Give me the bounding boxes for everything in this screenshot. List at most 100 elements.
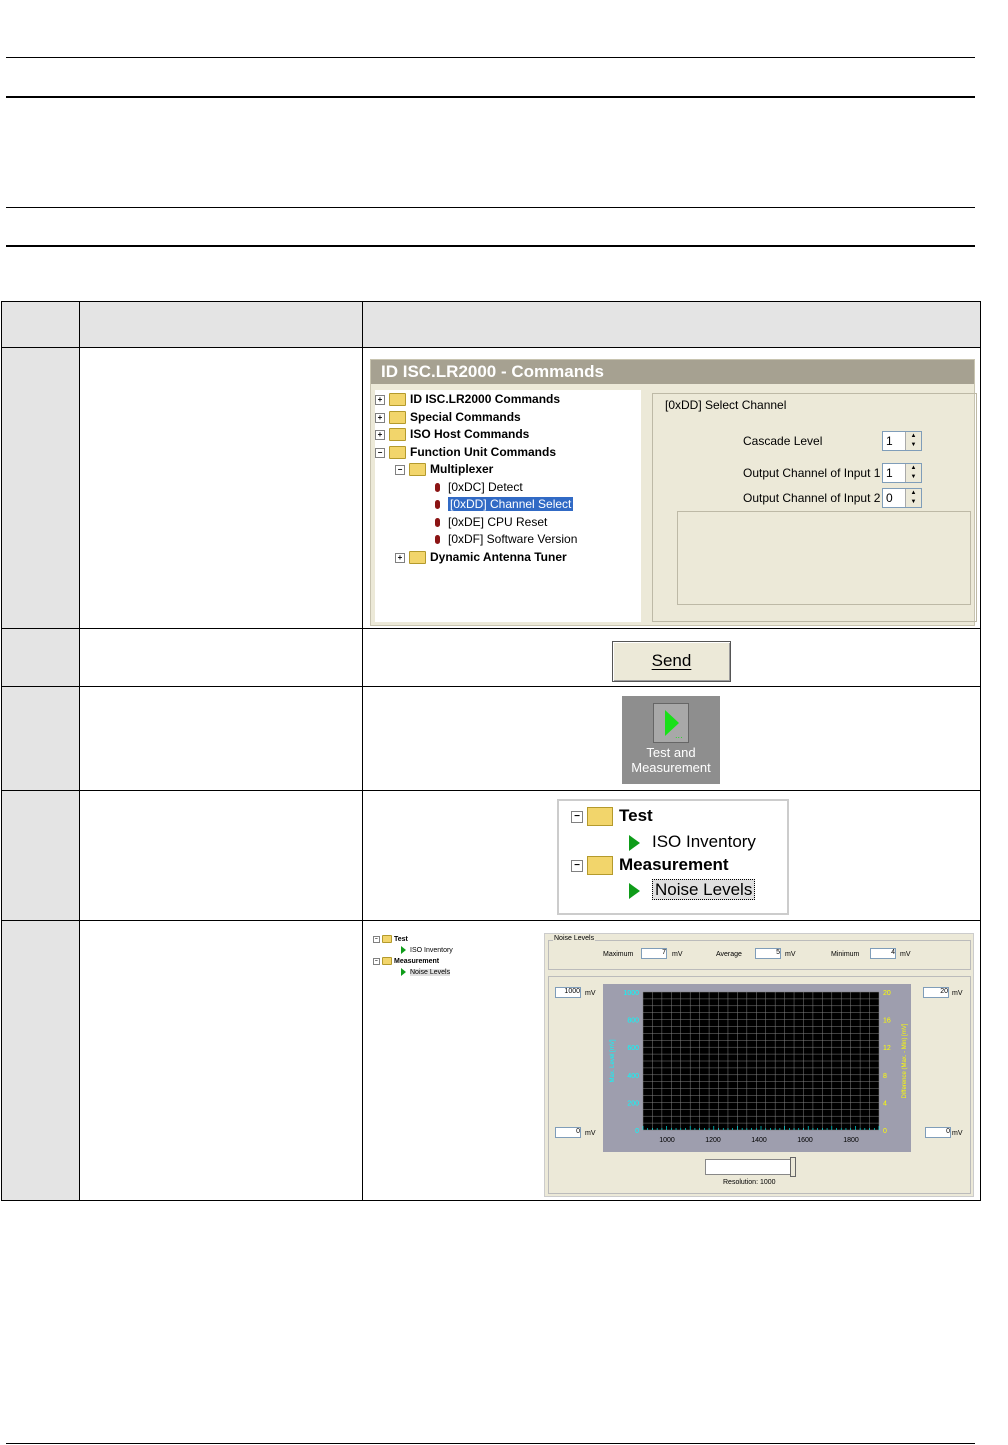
folder-icon [382, 957, 392, 965]
noise-levels-panel: Noise Levels Maximum 7 mV Average 5 mV M… [544, 933, 974, 1197]
step-cell [1, 920, 80, 1201]
spinner-arrows-icon[interactable]: ▲ ▼ [905, 489, 921, 507]
tree-leaf-selected[interactable]: [0xDD] Channel Select [435, 497, 574, 511]
open-folder-icon [587, 807, 613, 827]
x-tick-label: 1400 [751, 1137, 767, 1144]
tree-node-label: Test [619, 806, 653, 825]
average-field: 5 [755, 948, 781, 959]
unit-label: mV [952, 1130, 963, 1137]
unit-label: mV [585, 990, 596, 997]
play-icon [629, 834, 640, 851]
collapse-icon[interactable]: − [373, 935, 380, 943]
result-box [677, 511, 971, 605]
tree-node-label: ISO Host Commands [410, 427, 530, 441]
slider-thumb[interactable] [790, 1157, 796, 1177]
tree-node-label: Dynamic Antenna Tuner [430, 550, 567, 564]
tree-node-label: Noise Levels [410, 968, 451, 976]
mini-tree-node[interactable]: − Test [373, 935, 408, 943]
mini-tree-node[interactable]: − Measurement [373, 957, 439, 965]
tree-node-label: [0xDE] CPU Reset [448, 515, 548, 529]
mini-tree-node[interactable]: Noise Levels [401, 968, 451, 976]
spinner-arrows-icon[interactable]: ▲ ▼ [905, 432, 921, 450]
tree-node-label: Measurement [619, 855, 729, 874]
expand-icon[interactable]: + [375, 412, 385, 423]
left-bottom-field[interactable]: 0 [555, 1127, 581, 1138]
right-bottom-field[interactable]: 0 [925, 1127, 951, 1138]
left-tick-label: 600 [627, 1045, 639, 1052]
cascade-level-spinner[interactable]: 1 ▲ ▼ [882, 431, 922, 451]
screenshot-cell: Send [362, 628, 981, 687]
description-cell [79, 686, 363, 791]
right-bottom-value: 0 [946, 1128, 950, 1135]
right-axis-label: Difference (Max. - Min) [mV] [902, 1023, 908, 1098]
unit-label: mV [952, 990, 963, 997]
tree-leaf[interactable]: [0xDC] Detect [435, 480, 523, 494]
open-folder-icon [409, 463, 426, 477]
tree-node[interactable]: + Dynamic Antenna Tuner [395, 550, 567, 565]
command-icon [435, 483, 440, 493]
command-icon [435, 500, 440, 510]
tree-node-test[interactable]: − Test [571, 806, 653, 827]
commands-panel-title: ID ISC.LR2000 - Commands [371, 360, 974, 384]
average-value: 5 [776, 949, 780, 956]
tree-leaf[interactable]: [0xDE] CPU Reset [435, 515, 547, 529]
test-button-label-line2: Measurement [631, 760, 711, 775]
left-top-field[interactable]: 1000 [555, 987, 581, 998]
resolution-slider[interactable] [705, 1157, 796, 1177]
expand-icon[interactable]: + [395, 552, 405, 563]
tree-node-noise-levels[interactable]: Noise Levels [629, 879, 756, 900]
play-icon: ... [653, 703, 689, 743]
right-tick-label: 8 [883, 1073, 887, 1080]
send-button[interactable]: Send [612, 641, 731, 682]
collapse-icon[interactable]: − [395, 464, 405, 475]
left-tick-label: 0 [635, 1128, 639, 1135]
tree-leaf[interactable]: [0xDF] Software Version [435, 532, 577, 546]
section-rule-top [6, 207, 975, 208]
tree-node[interactable]: − Multiplexer [395, 462, 493, 477]
tree-node-iso-inventory[interactable]: ISO Inventory [629, 832, 756, 852]
send-button-label: Send [651, 651, 692, 670]
x-tick-label: 1200 [705, 1137, 721, 1144]
commands-panel: ID ISC.LR2000 - Commands + ID ISC.LR2000 … [370, 359, 977, 626]
tree-node-label: Function Unit Commands [410, 445, 556, 459]
noise-group-title: Noise Levels [553, 935, 596, 942]
expand-icon[interactable]: + [375, 394, 385, 405]
test-measurement-button[interactable]: ... Test and Measurement [622, 696, 720, 784]
collapse-icon[interactable]: − [373, 957, 380, 965]
step-cell [1, 790, 80, 921]
right-tick-label: 20 [883, 990, 891, 997]
minimum-value: 4 [891, 949, 895, 956]
test-tree: − Test ISO Inventory − Measurement Noise L… [557, 799, 789, 915]
tree-node-label: Special Commands [410, 410, 521, 424]
tree-node-measurement[interactable]: − Measurement [571, 855, 729, 876]
collapse-icon[interactable]: − [571, 810, 583, 823]
minimum-field: 4 [870, 948, 896, 959]
right-top-value: 20 [940, 988, 948, 995]
table-header-row [1, 301, 981, 348]
right-top-field[interactable]: 20 [923, 987, 949, 998]
left-tick-label: 200 [627, 1100, 639, 1107]
spinner-arrows-icon[interactable]: ▲ ▼ [905, 464, 921, 482]
table-row: ID ISC.LR2000 - Commands + ID ISC.LR2000 … [1, 347, 981, 629]
tree-node[interactable]: − Function Unit Commands [375, 445, 556, 460]
left-tick-label: 1000 [623, 990, 639, 997]
tree-node[interactable]: + ISO Host Commands [375, 427, 530, 442]
step-cell [1, 628, 80, 687]
collapse-icon[interactable]: − [571, 859, 583, 872]
folder-icon [389, 411, 406, 425]
output-channel-1-spinner[interactable]: 1 ▲ ▼ [882, 463, 922, 483]
expand-icon[interactable]: + [375, 429, 385, 440]
mini-test-tree: − Test ISO Inventory − Measurement Noise L… [371, 933, 541, 1191]
collapse-icon[interactable]: − [375, 447, 385, 458]
mini-tree-node[interactable]: ISO Inventory [401, 946, 453, 954]
output-channel-2-spinner[interactable]: 0 ▲ ▼ [882, 488, 922, 508]
x-tick-label: 1800 [843, 1137, 859, 1144]
header-cell-action [79, 301, 363, 348]
tree-node[interactable]: + ID ISC.LR2000 Commands [375, 392, 560, 407]
tree-node-label: [0xDF] Software Version [448, 532, 578, 546]
screenshot-cell: − Test ISO Inventory − Measurement Noise L… [362, 920, 981, 1201]
average-label: Average [716, 951, 742, 958]
x-tick-label: 1000 [659, 1137, 675, 1144]
right-tick-label: 12 [883, 1045, 891, 1052]
tree-node[interactable]: + Special Commands [375, 410, 521, 425]
